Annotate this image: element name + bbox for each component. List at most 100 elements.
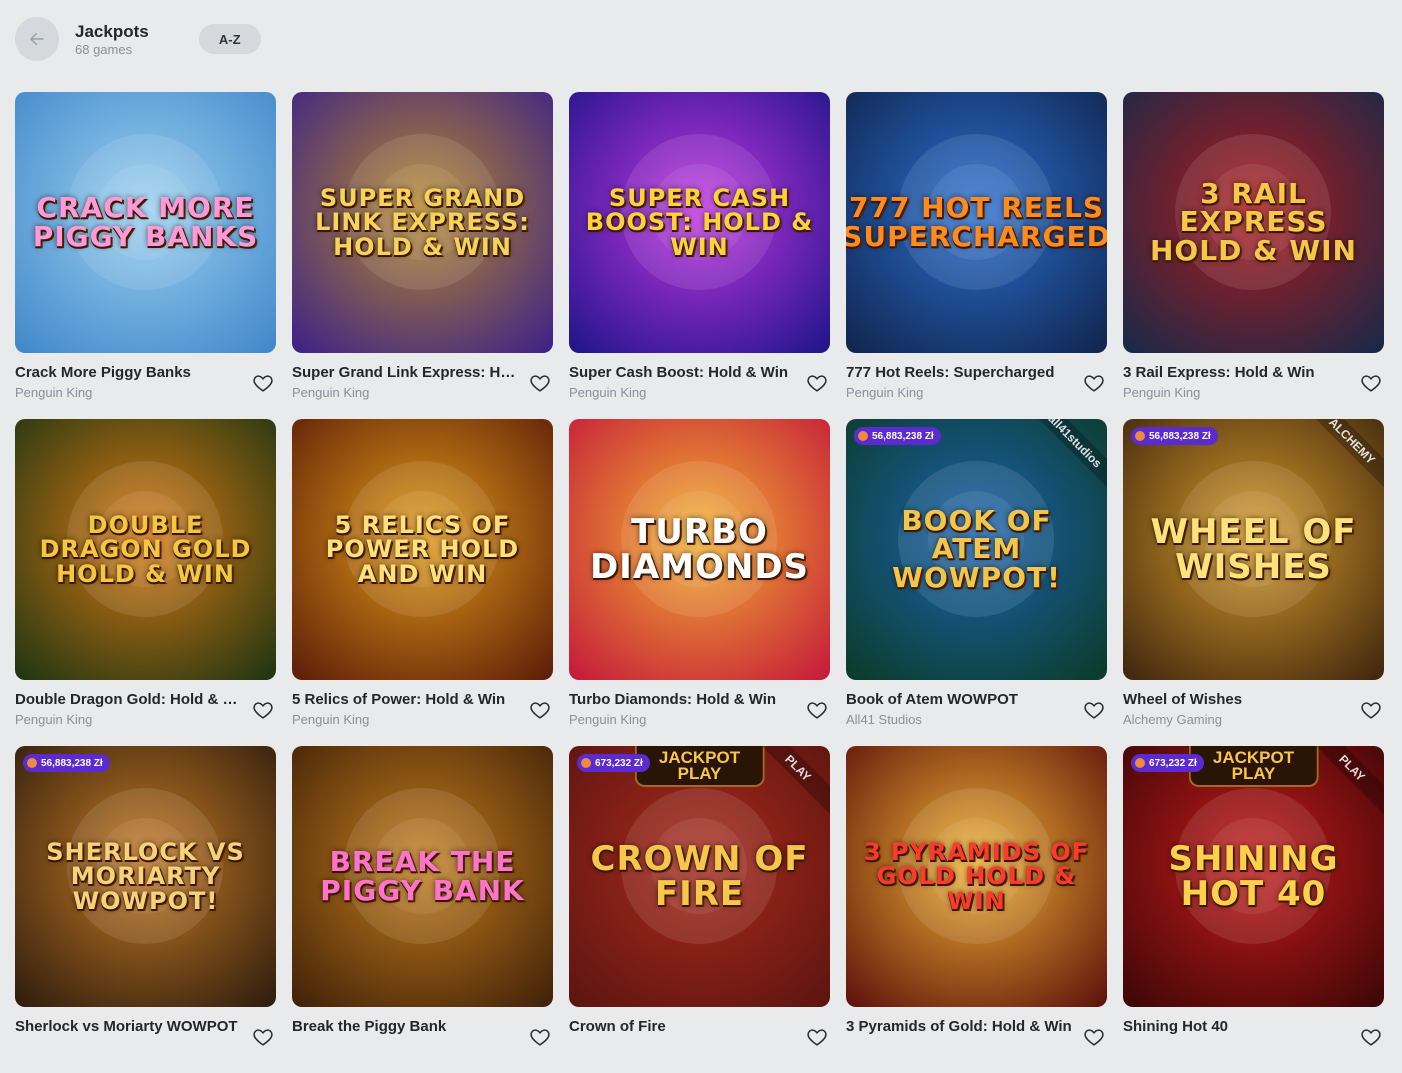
game-thumbnail[interactable]: TURBO DIAMONDS xyxy=(569,419,830,680)
game-thumbnail[interactable]: SUPER GRAND LINK EXPRESS: HOLD & WIN xyxy=(292,92,553,353)
game-provider: Penguin King xyxy=(569,712,647,727)
game-thumbnail[interactable]: DOUBLE DRAGON GOLD HOLD & WIN xyxy=(15,419,276,680)
game-card[interactable]: 5 RELICS OF POWER HOLD AND WIN 5 Relics o… xyxy=(292,419,553,746)
game-logo-text: SHERLOCK VS MORIARTY WOWPOT! xyxy=(46,837,245,915)
games-grid: CRACK MORE PIGGY BANKS Crack More Piggy B… xyxy=(15,92,1384,1073)
game-title[interactable]: 777 Hot Reels: Supercharged xyxy=(846,364,1078,382)
game-thumbnail[interactable]: BREAK THE PIGGY BANK xyxy=(292,746,553,1007)
jackpot-amount: 56,883,238 Zł xyxy=(872,430,934,442)
favorite-heart-icon[interactable] xyxy=(806,372,828,394)
favorite-heart-icon[interactable] xyxy=(529,1026,551,1048)
jackpot-amount-badge: 673,232 Zł xyxy=(577,754,650,772)
game-meta: Turbo Diamonds: Hold & Win Penguin King xyxy=(569,680,830,746)
game-meta: 5 Relics of Power: Hold & Win Penguin Kin… xyxy=(292,680,553,746)
game-card[interactable]: SHINING HOT 40 JACKPOT PLAY PLAY 673,232 Zł… xyxy=(1123,746,1384,1073)
jackpot-play-badge: JACKPOT PLAY xyxy=(1188,746,1319,787)
jackpot-amount: 673,232 Zł xyxy=(1149,757,1197,769)
game-title[interactable]: Break the Piggy Bank xyxy=(292,1018,524,1036)
game-provider: Penguin King xyxy=(846,385,924,400)
game-logo-text: TURBO DIAMONDS xyxy=(589,511,810,587)
page-header: Jackpots 68 games A-Z xyxy=(15,17,261,61)
game-card[interactable]: CRACK MORE PIGGY BANKS Crack More Piggy B… xyxy=(15,92,276,419)
game-title[interactable]: Book of Atem WOWPOT xyxy=(846,691,1078,709)
favorite-heart-icon[interactable] xyxy=(1360,1026,1382,1048)
game-card[interactable]: SHERLOCK VS MORIARTY WOWPOT! 56,883,238 Z… xyxy=(15,746,276,1073)
game-card[interactable]: 3 PYRAMIDS OF GOLD HOLD & WIN 3 Pyramids … xyxy=(846,746,1107,1073)
jackpot-amount-badge: 56,883,238 Zł xyxy=(854,427,941,445)
game-logo-text: BREAK THE PIGGY BANK xyxy=(320,844,525,907)
game-card[interactable]: BOOK OF ATEM WOWPOT! all41studios 56,883,2… xyxy=(846,419,1107,746)
game-title[interactable]: Shining Hot 40 xyxy=(1123,1018,1355,1036)
game-thumbnail[interactable]: 3 PYRAMIDS OF GOLD HOLD & WIN xyxy=(846,746,1107,1007)
game-title[interactable]: Double Dragon Gold: Hold & Win xyxy=(15,691,247,709)
coin-icon xyxy=(27,758,37,768)
game-title[interactable]: Crown of Fire xyxy=(569,1018,801,1036)
game-thumbnail[interactable]: SHINING HOT 40 JACKPOT PLAY PLAY 673,232 Zł xyxy=(1123,746,1384,1007)
game-logo-text: WHEEL OF WISHES xyxy=(1150,511,1357,587)
jackpot-amount-badge: 56,883,238 Zł xyxy=(1131,427,1218,445)
game-logo-text: 3 PYRAMIDS OF GOLD HOLD & WIN xyxy=(863,837,1090,915)
game-card[interactable]: WHEEL OF WISHES ALCHEMY 56,883,238 Zł Wheel… xyxy=(1123,419,1384,746)
game-logo-text: SUPER CASH BOOST: HOLD & WIN xyxy=(585,183,814,261)
coin-icon xyxy=(1135,758,1145,768)
game-meta: Wheel of Wishes Alchemy Gaming xyxy=(1123,680,1384,746)
favorite-heart-icon[interactable] xyxy=(806,1026,828,1048)
game-title[interactable]: Wheel of Wishes xyxy=(1123,691,1355,709)
game-title[interactable]: Turbo Diamonds: Hold & Win xyxy=(569,691,801,709)
game-logo-text: BOOK OF ATEM WOWPOT! xyxy=(892,503,1061,594)
game-title[interactable]: Super Grand Link Express: Hold & Win xyxy=(292,364,524,382)
favorite-heart-icon[interactable] xyxy=(252,372,274,394)
game-thumbnail[interactable]: CRACK MORE PIGGY BANKS xyxy=(15,92,276,353)
jackpot-play-badge: JACKPOT PLAY xyxy=(634,746,765,787)
game-card[interactable]: SUPER CASH BOOST: HOLD & WIN Super Cash B… xyxy=(569,92,830,419)
game-title[interactable]: Super Cash Boost: Hold & Win xyxy=(569,364,801,382)
game-thumbnail[interactable]: SHERLOCK VS MORIARTY WOWPOT! 56,883,238 Z… xyxy=(15,746,276,1007)
favorite-heart-icon[interactable] xyxy=(1360,699,1382,721)
game-meta: Crack More Piggy Banks Penguin King xyxy=(15,353,276,419)
game-meta: Book of Atem WOWPOT All41 Studios xyxy=(846,680,1107,746)
game-card[interactable]: SUPER GRAND LINK EXPRESS: HOLD & WIN Supe… xyxy=(292,92,553,419)
game-provider: Penguin King xyxy=(292,712,370,727)
game-logo-text: 5 RELICS OF POWER HOLD AND WIN xyxy=(325,510,520,588)
game-thumbnail[interactable]: CROWN OF FIRE JACKPOT PLAY PLAY 673,232 Zł xyxy=(569,746,830,1007)
favorite-heart-icon[interactable] xyxy=(529,372,551,394)
favorite-heart-icon[interactable] xyxy=(1360,372,1382,394)
game-title[interactable]: Crack More Piggy Banks xyxy=(15,364,247,382)
game-card[interactable]: 3 RAIL EXPRESS HOLD & WIN 3 Rail Express:… xyxy=(1123,92,1384,419)
coin-icon xyxy=(858,431,868,441)
game-thumbnail[interactable]: 777 HOT REELS SUPERCHARGED xyxy=(846,92,1107,353)
game-card[interactable]: BREAK THE PIGGY BANK Break the Piggy Bank xyxy=(292,746,553,1073)
back-button[interactable] xyxy=(15,17,59,61)
game-thumbnail[interactable]: 5 RELICS OF POWER HOLD AND WIN xyxy=(292,419,553,680)
favorite-heart-icon[interactable] xyxy=(252,1026,274,1048)
game-provider: All41 Studios xyxy=(846,712,922,727)
page-title: Jackpots xyxy=(75,21,149,41)
title-block: Jackpots 68 games xyxy=(75,22,149,57)
favorite-heart-icon[interactable] xyxy=(806,699,828,721)
game-title[interactable]: 5 Relics of Power: Hold & Win xyxy=(292,691,524,709)
game-card[interactable]: DOUBLE DRAGON GOLD HOLD & WIN Double Drag… xyxy=(15,419,276,746)
game-title[interactable]: 3 Pyramids of Gold: Hold & Win xyxy=(846,1018,1078,1036)
game-thumbnail[interactable]: BOOK OF ATEM WOWPOT! all41studios 56,883,2… xyxy=(846,419,1107,680)
game-logo-text: SUPER GRAND LINK EXPRESS: HOLD & WIN xyxy=(315,183,530,261)
game-thumbnail[interactable]: 3 RAIL EXPRESS HOLD & WIN xyxy=(1123,92,1384,353)
game-card[interactable]: TURBO DIAMONDS Turbo Diamonds: Hold & Win… xyxy=(569,419,830,746)
jackpot-amount-badge: 56,883,238 Zł xyxy=(23,754,110,772)
game-thumbnail[interactable]: SUPER CASH BOOST: HOLD & WIN xyxy=(569,92,830,353)
favorite-heart-icon[interactable] xyxy=(1083,1026,1105,1048)
game-card[interactable]: 777 HOT REELS SUPERCHARGED 777 Hot Reels:… xyxy=(846,92,1107,419)
favorite-heart-icon[interactable] xyxy=(252,699,274,721)
game-logo-text: 777 HOT REELS SUPERCHARGED xyxy=(846,190,1107,253)
game-meta: Super Cash Boost: Hold & Win Penguin King xyxy=(569,353,830,419)
jackpot-amount: 673,232 Zł xyxy=(595,757,643,769)
coin-icon xyxy=(581,758,591,768)
favorite-heart-icon[interactable] xyxy=(1083,699,1105,721)
game-meta: 3 Rail Express: Hold & Win Penguin King xyxy=(1123,353,1384,419)
favorite-heart-icon[interactable] xyxy=(529,699,551,721)
game-thumbnail[interactable]: WHEEL OF WISHES ALCHEMY 56,883,238 Zł xyxy=(1123,419,1384,680)
sort-az-button[interactable]: A-Z xyxy=(198,24,261,54)
game-title[interactable]: 3 Rail Express: Hold & Win xyxy=(1123,364,1355,382)
game-title[interactable]: Sherlock vs Moriarty WOWPOT xyxy=(15,1018,247,1036)
favorite-heart-icon[interactable] xyxy=(1083,372,1105,394)
game-card[interactable]: CROWN OF FIRE JACKPOT PLAY PLAY 673,232 Zł C… xyxy=(569,746,830,1073)
